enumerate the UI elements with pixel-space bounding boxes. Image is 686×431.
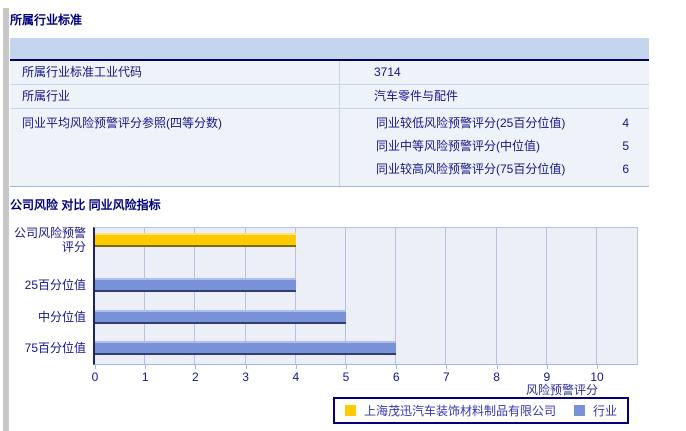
x-tick-label: 5 [342,370,350,384]
x-tick [145,365,147,369]
x-tick [597,365,598,369]
chart-bar [95,233,296,247]
chart-bar [95,278,296,292]
y-category-label: 公司风险预警评分 [13,226,86,254]
x-tick-label: 6 [392,370,400,384]
chart-bar [95,310,346,324]
subrow-label: 同业较低风险预警评分(25百分位值) [376,116,566,130]
gridline [596,228,597,364]
section-title-risk-comparison: 公司风险 对比 同业风险指标 [10,198,161,212]
row-label: 所属行业标准工业代码 [10,61,340,84]
subrow-low-risk: 同业较低风险预警评分(25百分位值) 4 [376,112,629,135]
x-tick-label: 3 [242,370,249,384]
subrow-value: 5 [622,139,629,153]
x-tick-label: 2 [192,370,199,384]
x-tick [346,365,347,369]
row-value: 汽车零件与配件 [374,89,459,103]
subrow-label: 同业中等风险预警评分(中位值) [376,139,540,153]
x-tick [95,365,96,369]
subrow-high-risk: 同业较高风险预警评分(75百分位值) 6 [376,158,629,181]
legend-item: 行业 [574,402,617,419]
gridline [545,228,547,364]
x-tick-label: 9 [543,370,551,384]
chart-legend: 上海茂迅汽车装饰材料制品有限公司 行业 [333,397,630,424]
table-row-quartile-scores: 同业平均风险预警评分参照(四等分数) 同业较低风险预警评分(25百分位值) 4 … [10,109,649,187]
x-tick [496,365,498,369]
subrow-label: 同业较高风险预警评分(75百分位值) [376,162,566,176]
subrow-value: 4 [622,116,629,130]
company-swatch-icon [345,405,356,416]
x-tick-label: 4 [292,370,300,384]
row-label: 同业平均风险预警评分参照(四等分数) [10,109,340,186]
row-label: 所属行业 [10,85,340,108]
y-category-label: 中分位值 [37,310,86,324]
subrow-medium-risk: 同业中等风险预警评分(中位值) 5 [376,135,629,158]
legend-item: 上海茂迅汽车装饰材料制品有限公司 [345,402,556,419]
x-tick-label: 7 [443,370,450,384]
section-title-industry-standard: 所属行业标准 [10,13,83,27]
x-tick-label: 8 [493,370,500,384]
gridline [495,228,497,364]
x-tick [195,365,197,369]
report-page: 所属行业标准 所属行业标准工业代码 3714 所属行业 汽车零件与配件 同业平均… [0,0,686,431]
legend-label: 行业 [593,404,618,418]
industry-swatch-icon [574,405,586,416]
x-tick [546,365,548,369]
industry-standard-table: 所属行业标准工业代码 3714 所属行业 汽车零件与配件 同业平均风险预警评分参… [10,38,649,187]
legend-label: 上海茂迅汽车装饰材料制品有限公司 [364,404,557,418]
x-tick [396,365,398,369]
y-category-label: 25百分位值 [24,278,86,292]
table-row-industry: 所属行业 汽车零件与配件 [10,85,649,109]
x-tick-label: 0 [91,370,99,384]
row-value: 3714 [374,65,401,79]
x-tick-label: 1 [141,370,149,384]
y-category-label: 75百分位值 [24,341,86,355]
x-tick [245,365,247,369]
table-header-band [10,38,649,61]
subrow-value: 6 [622,162,629,176]
table-row-sic-code: 所属行业标准工业代码 3714 [10,61,649,85]
x-tick [446,365,448,369]
x-tick [295,365,297,369]
plot-area [93,227,638,365]
chart-bar [95,341,396,355]
gridline [445,228,447,364]
x-tick-label: 10 [590,370,604,384]
quartile-subtable: 同业较低风险预警评分(25百分位值) 4 同业中等风险预警评分(中位值) 5 同… [340,109,649,186]
risk-chart: 风险预警评分 上海茂迅汽车装饰材料制品有限公司 行业 0 1 2 3 4 5 6 7 8 9 10 公司… [0,215,686,431]
